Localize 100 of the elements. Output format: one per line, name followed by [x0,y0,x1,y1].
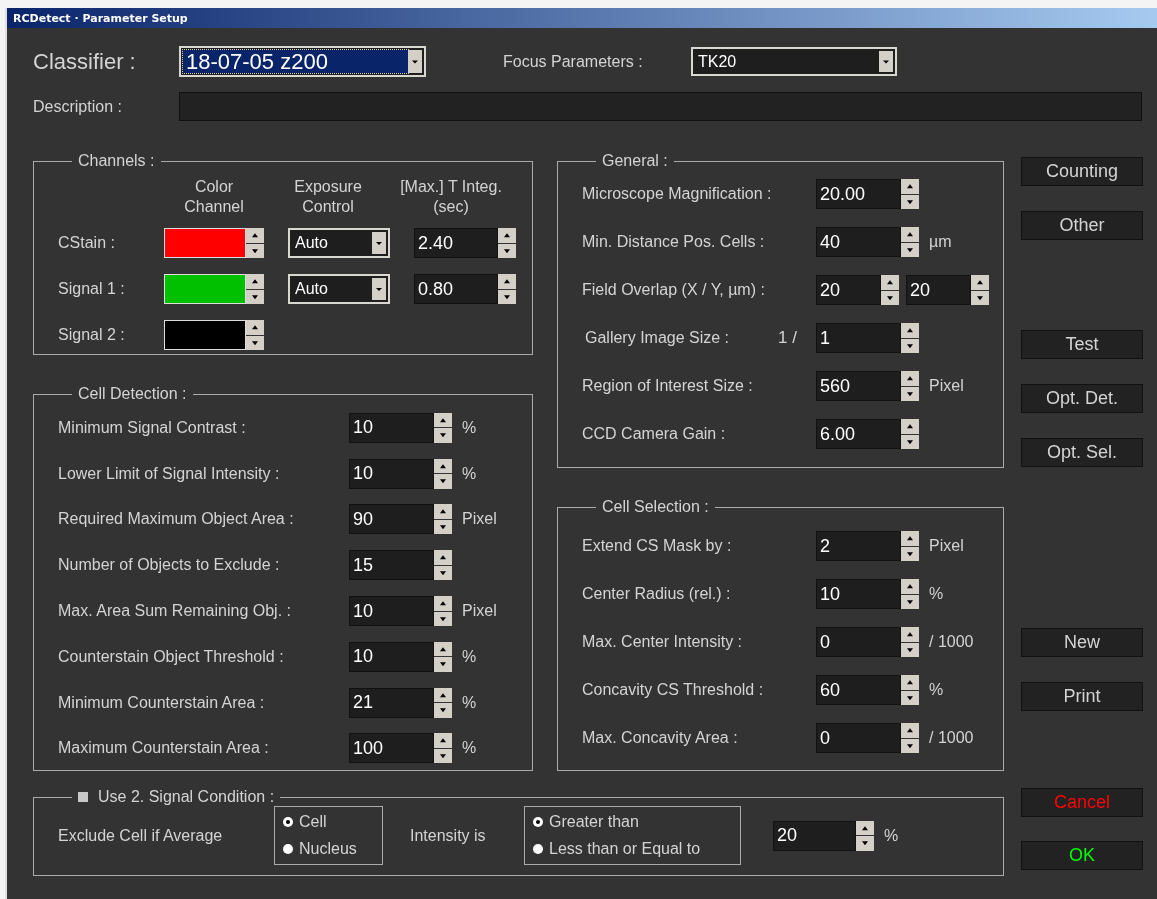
spin-up-button[interactable] [434,412,452,428]
spin-up-button[interactable] [901,419,919,434]
number-field[interactable]: 60 [816,675,901,705]
action-button[interactable]: Counting [1021,157,1143,186]
spin-down-button[interactable] [434,565,452,581]
unit-label: % [462,418,477,437]
spin-down-button[interactable] [434,703,452,718]
spin-down-button[interactable] [434,520,452,535]
action-button[interactable]: Print [1021,682,1143,711]
spin-up-button[interactable] [901,675,919,690]
number-field[interactable]: 21 [349,687,434,718]
spin-down-button[interactable] [881,290,899,305]
spin-up-button[interactable] [901,723,919,738]
spin-down-button[interactable] [246,289,264,304]
focus-parameters-dropdown[interactable]: TK20 [691,47,897,76]
dialog-button[interactable]: Cancel [1021,788,1143,817]
spin-down-button[interactable] [971,290,989,305]
number-field[interactable]: 10 [349,458,434,489]
number-field[interactable]: 90 [349,504,434,535]
spin-up-button[interactable] [901,323,919,338]
spin-down-button[interactable] [901,338,919,353]
spin-down-button[interactable] [498,243,516,258]
action-button[interactable]: Other [1021,211,1143,240]
radio-option[interactable]: Less than or Equal to [533,840,732,858]
number-field[interactable]: 20 [816,275,881,305]
dialog-button[interactable]: OK [1021,841,1143,870]
spin-down-button[interactable] [901,738,919,753]
exposure-dropdown[interactable]: Auto [288,228,390,258]
spin-down-button[interactable] [901,386,919,401]
spin-up-button[interactable] [246,320,264,335]
radio-option[interactable]: Greater than [533,813,732,831]
checkbox[interactable] [78,792,88,802]
action-button[interactable]: Opt. Sel. [1021,438,1143,467]
description-field[interactable] [179,92,1142,121]
action-button[interactable]: Test [1021,330,1143,359]
number-field[interactable]: 20.00 [816,179,901,209]
spin-down-button[interactable] [434,657,452,672]
spin-up-button[interactable] [901,227,919,242]
radio-option[interactable]: Nucleus [283,840,374,858]
spin-up-button[interactable] [901,179,919,194]
spin-down-button[interactable] [901,642,919,657]
spin-up-button[interactable] [434,596,452,611]
spin-up-button[interactable] [434,641,452,657]
number-field[interactable]: 1 [816,323,901,353]
number-field[interactable]: 20 [906,275,971,305]
spin-down-button[interactable] [856,836,874,851]
spin-down-button[interactable] [901,434,919,449]
spin-up-button[interactable] [434,504,452,519]
spin-down-button[interactable] [498,289,516,304]
spin-down-button[interactable] [246,243,264,258]
spin-down-button[interactable] [901,690,919,705]
spin-up-button[interactable] [434,733,452,748]
spin-up-button[interactable] [901,627,919,642]
spin-down-button[interactable] [901,594,919,609]
spin-down-button[interactable] [434,474,452,489]
unit-label: % [462,693,477,712]
number-field[interactable]: 10 [349,412,434,443]
spin-up-button[interactable] [434,458,452,474]
action-button[interactable]: New [1021,628,1143,657]
spin-up-button[interactable] [434,550,452,565]
spin-up-button[interactable] [856,820,874,835]
spin-down-button[interactable] [901,242,919,257]
number-field[interactable]: 10 [349,641,434,672]
number-field[interactable]: 6.00 [816,419,901,449]
spin-down-button[interactable] [246,335,264,350]
spin-up-button[interactable] [434,687,452,703]
number-field[interactable]: 0 [816,627,901,657]
classifier-dropdown[interactable]: 18-07-05 z200 [179,46,426,77]
number-field[interactable]: 0 [816,723,901,753]
radio-option[interactable]: Cell [283,813,374,831]
action-button[interactable]: Opt. Det. [1021,384,1143,413]
spin-up-button[interactable] [901,579,919,594]
exposure-dropdown[interactable]: Auto [288,274,390,304]
number-field[interactable]: 10 [816,579,901,609]
spin-up-button[interactable] [881,275,899,290]
number-field[interactable]: 560 [816,371,901,401]
number-field[interactable]: 15 [349,550,434,581]
spin-up-button[interactable] [971,275,989,290]
color-swatch[interactable] [164,320,246,350]
number-field[interactable]: 10 [349,596,434,627]
spin-up-button[interactable] [246,274,264,289]
number-field[interactable]: 2.40 [414,228,498,258]
color-swatch[interactable] [164,228,246,258]
spin-down-button[interactable] [901,194,919,209]
spin-down-button[interactable] [434,428,452,443]
spin-down-button[interactable] [434,611,452,627]
spin-up-button[interactable] [246,228,264,243]
number-field[interactable]: 0.80 [414,274,498,304]
spin-up-button[interactable] [498,274,516,289]
section-title: Channels : [77,152,156,170]
number-field[interactable]: 100 [349,733,434,764]
spin-down-button[interactable] [434,748,452,764]
spin-up-button[interactable] [901,531,919,546]
spin-up-button[interactable] [901,371,919,386]
number-field[interactable]: 2 [816,531,901,561]
spin-down-button[interactable] [901,546,919,561]
number-field[interactable]: 40 [816,227,901,257]
number-field[interactable]: 20 [773,820,856,851]
color-swatch[interactable] [164,274,246,304]
spin-up-button[interactable] [498,228,516,243]
